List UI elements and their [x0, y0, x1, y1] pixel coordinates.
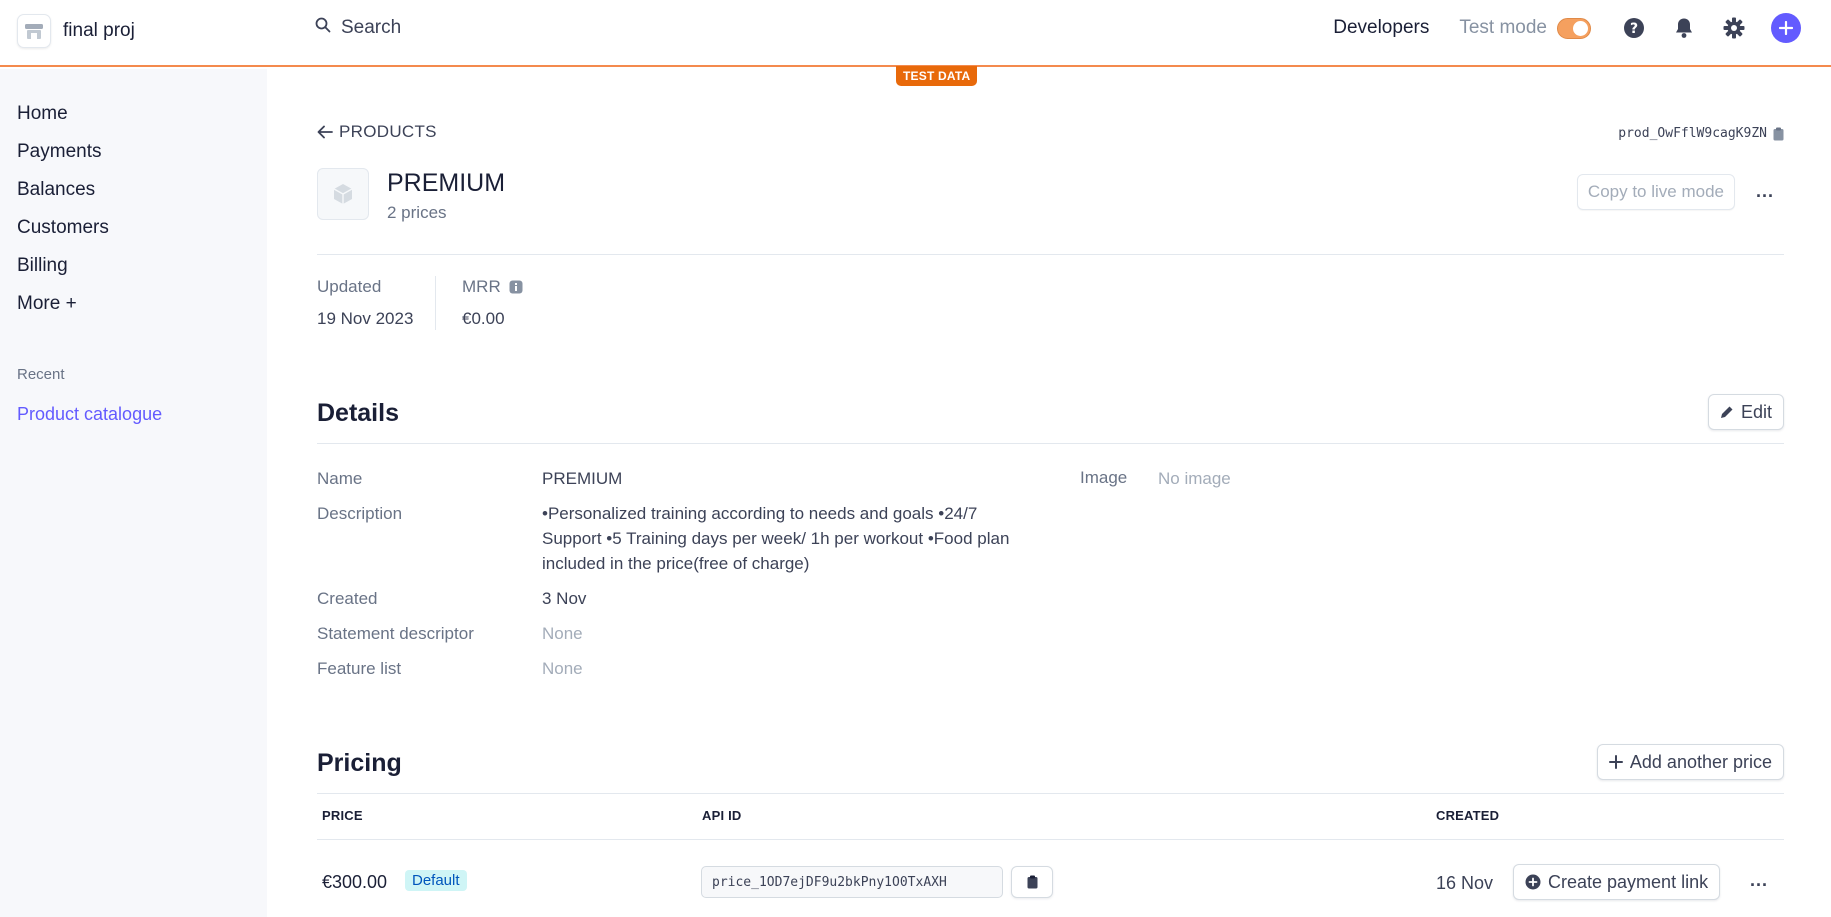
divider: [317, 839, 1784, 840]
bell-icon[interactable]: [1671, 15, 1697, 41]
sidebar: Home Payments Balances Customers Billing…: [0, 69, 267, 917]
details-feature-label: Feature list: [317, 659, 402, 678]
details-image-label: Image: [1080, 468, 1128, 487]
stat-mrr: MRR €0.00: [462, 277, 523, 329]
top-bar: final proj Search Developers Test mode ?: [0, 0, 1831, 67]
stat-mrr-label: MRR: [462, 277, 501, 296]
test-mode-toggle[interactable]: [1557, 17, 1591, 39]
clipboard-icon: [1027, 875, 1037, 889]
price-api-id-field[interactable]: price_1OD7ejDF9u2bkPny1O0TxAXH: [701, 866, 1003, 898]
create-plus-button[interactable]: [1771, 13, 1801, 43]
product-title: PREMIUM: [387, 169, 506, 197]
top-right-controls: Developers Test mode ?: [1333, 13, 1801, 43]
info-icon: [509, 280, 523, 294]
stat-updated-label: Updated: [317, 277, 382, 296]
add-another-price-button[interactable]: Add another price: [1596, 744, 1784, 780]
svg-text:?: ?: [1630, 21, 1638, 37]
sidebar-item-payments[interactable]: Payments: [17, 141, 101, 163]
plus-icon: [1779, 21, 1793, 35]
product-price-count: 2 prices: [387, 203, 447, 222]
search-input[interactable]: Search: [315, 17, 401, 39]
default-badge: Default: [405, 870, 467, 891]
back-to-products-link[interactable]: PRODUCTS: [317, 122, 437, 142]
add-price-label: Add another price: [1629, 751, 1772, 772]
create-payment-link-label: Create payment link: [1548, 871, 1709, 892]
product-more-button[interactable]: ...: [1756, 181, 1774, 202]
details-feature-value: None: [542, 659, 583, 678]
product-id[interactable]: prod_OwFflW9cagK9ZN: [1618, 126, 1784, 141]
stat-divider: [435, 276, 436, 330]
price-row-more-button[interactable]: ...: [1750, 870, 1768, 891]
account-switcher[interactable]: final proj: [17, 14, 135, 48]
search-placeholder: Search: [341, 17, 402, 38]
price-created-date: 16 Nov: [1436, 873, 1494, 893]
product-box-icon: [317, 168, 369, 220]
details-description-label: Description: [317, 504, 403, 523]
sidebar-item-home[interactable]: Home: [17, 103, 68, 125]
divider: [317, 443, 1784, 444]
clipboard-icon: [1773, 127, 1784, 140]
details-statement-value: None: [542, 624, 583, 643]
edit-button[interactable]: Edit: [1707, 394, 1784, 430]
details-created-label: Created: [317, 589, 378, 608]
stat-updated-value: 19 Nov 2023: [317, 309, 414, 328]
sidebar-item-customers[interactable]: Customers: [17, 217, 109, 239]
divider: [317, 793, 1784, 794]
store-icon: [17, 14, 51, 48]
stat-updated: Updated 19 Nov 2023: [317, 277, 413, 329]
main-content: PRODUCTS prod_OwFflW9cagK9ZN PREMIUM 2 p…: [317, 69, 1784, 917]
gear-icon[interactable]: [1721, 15, 1747, 41]
copy-to-live-mode-button[interactable]: Copy to live mode: [1576, 174, 1735, 210]
details-created-value: 3 Nov: [542, 589, 587, 608]
details-description-value: •Personalized training according to need…: [542, 504, 1010, 573]
price-amount[interactable]: €300.00: [322, 872, 387, 893]
create-payment-link-button[interactable]: Create payment link: [1513, 864, 1721, 900]
help-icon[interactable]: ?: [1621, 15, 1647, 41]
search-icon: [315, 17, 331, 39]
product-id-text: prod_OwFflW9cagK9ZN: [1618, 126, 1767, 141]
column-header-price: PRICE: [322, 808, 363, 823]
sidebar-item-balances[interactable]: Balances: [17, 179, 95, 201]
details-title: Details: [317, 399, 399, 427]
details-image-value: No image: [1158, 469, 1231, 488]
recent-item-product-catalogue[interactable]: Product catalogue: [17, 404, 162, 425]
arrow-left-icon: [317, 125, 333, 139]
edit-label: Edit: [1740, 401, 1772, 422]
developers-link[interactable]: Developers: [1333, 17, 1429, 39]
column-header-created: CREATED: [1436, 808, 1500, 823]
plus-circle-icon: [1525, 874, 1541, 890]
copy-api-id-button[interactable]: [1011, 866, 1053, 898]
sidebar-item-billing[interactable]: Billing: [17, 255, 68, 277]
pencil-icon: [1720, 406, 1733, 418]
back-label: PRODUCTS: [339, 122, 437, 141]
recent-label: Recent: [17, 366, 65, 383]
column-header-api-id: API ID: [702, 808, 742, 823]
details-statement-label: Statement descriptor: [317, 624, 474, 643]
details-name-label: Name: [317, 469, 363, 488]
plus-icon: [1608, 755, 1623, 769]
details-name-value: PREMIUM: [542, 469, 623, 488]
divider: [317, 254, 1784, 255]
test-mode-label: Test mode: [1459, 17, 1547, 38]
sidebar-item-more[interactable]: More +: [17, 293, 77, 315]
pricing-title: Pricing: [317, 749, 402, 777]
account-name: final proj: [63, 20, 135, 41]
stat-mrr-value: €0.00: [462, 309, 505, 328]
